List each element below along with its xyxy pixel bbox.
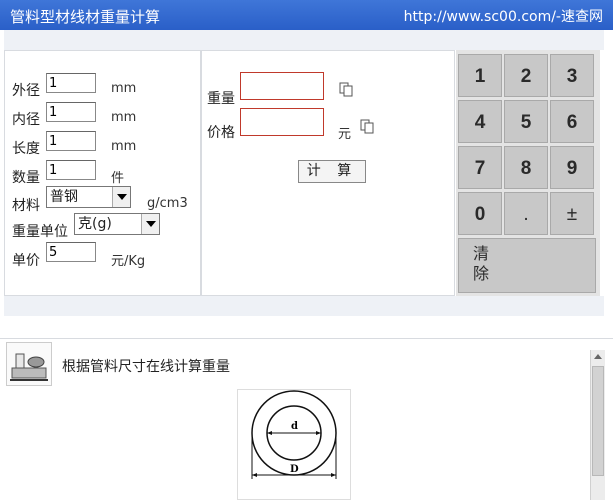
price-unit: 元 xyxy=(338,127,352,142)
copy-icon[interactable] xyxy=(360,119,374,135)
clear-button[interactable]: 清 除 xyxy=(458,238,596,293)
quantity-input[interactable] xyxy=(46,160,96,180)
weight-unit-selected-value: 克(g) xyxy=(78,216,112,232)
key-decimal[interactable]: . xyxy=(504,192,548,235)
diagram-outer-label: D xyxy=(290,464,299,475)
inner-diameter-unit: mm xyxy=(111,110,137,125)
chevron-down-icon[interactable] xyxy=(141,214,159,234)
key-3[interactable]: 3 xyxy=(550,54,594,97)
key-plus-minus[interactable]: ± xyxy=(550,192,594,235)
info-description: 根据管料尺寸在线计算重量 xyxy=(62,359,230,375)
pipe-diagram: d D xyxy=(237,389,351,500)
key-2[interactable]: 2 xyxy=(504,54,548,97)
length-input[interactable] xyxy=(46,131,96,151)
clear-label-2: 除 xyxy=(473,266,490,283)
chevron-down-icon[interactable] xyxy=(112,187,130,207)
unit-price-input[interactable] xyxy=(46,242,96,262)
material-label: 材料 xyxy=(12,198,40,214)
site-url-link[interactable]: http://www.sc00.com/-速查网 xyxy=(404,6,603,26)
page-title: 管料型材线材重量计算 xyxy=(10,8,161,26)
key-1[interactable]: 1 xyxy=(458,54,502,97)
key-0[interactable]: 0 xyxy=(458,192,502,235)
weight-label: 重量 xyxy=(207,91,235,107)
keypad: 1 2 3 4 5 6 7 8 9 0 . ± 清 除 xyxy=(456,50,600,296)
bottom-strip xyxy=(4,296,604,316)
scroll-up-icon[interactable] xyxy=(591,350,605,364)
quantity-unit: 件 xyxy=(111,171,125,186)
unit-price-label: 单价 xyxy=(12,253,40,269)
inner-diameter-label: 内径 xyxy=(12,112,40,128)
weight-output[interactable] xyxy=(240,72,324,100)
price-label: 价格 xyxy=(207,125,235,141)
material-select[interactable]: 普钢 xyxy=(46,186,131,208)
title-bar: 管料型材线材重量计算 http://www.sc00.com/-速查网 xyxy=(0,0,613,30)
key-8[interactable]: 8 xyxy=(504,146,548,189)
clear-label-1: 清 xyxy=(473,246,490,263)
calculate-button[interactable]: 计 算 xyxy=(298,160,366,183)
unit-price-unit: 元/Kg xyxy=(111,254,146,269)
price-output[interactable] xyxy=(240,108,324,136)
material-selected-value: 普钢 xyxy=(50,189,78,205)
weight-unit-select[interactable]: 克(g) xyxy=(74,213,160,235)
quantity-label: 数量 xyxy=(12,170,40,186)
outer-diameter-unit: mm xyxy=(111,81,137,96)
outer-diameter-input[interactable] xyxy=(46,73,96,93)
key-6[interactable]: 6 xyxy=(550,100,594,143)
material-density-unit: g/cm3 xyxy=(147,196,188,211)
scrollbar[interactable] xyxy=(590,350,605,500)
key-5[interactable]: 5 xyxy=(504,100,548,143)
inner-diameter-input[interactable] xyxy=(46,102,96,122)
key-9[interactable]: 9 xyxy=(550,146,594,189)
key-7[interactable]: 7 xyxy=(458,146,502,189)
outer-diameter-label: 外径 xyxy=(12,83,40,99)
weight-unit-label: 重量单位 xyxy=(12,224,68,240)
top-strip xyxy=(4,30,604,50)
length-label: 长度 xyxy=(12,141,40,157)
copy-icon[interactable] xyxy=(339,82,353,98)
scrollbar-thumb[interactable] xyxy=(592,366,604,476)
key-4[interactable]: 4 xyxy=(458,100,502,143)
length-unit: mm xyxy=(111,139,137,154)
pipe-scale-icon xyxy=(6,342,52,386)
diagram-inner-label: d xyxy=(291,421,298,432)
